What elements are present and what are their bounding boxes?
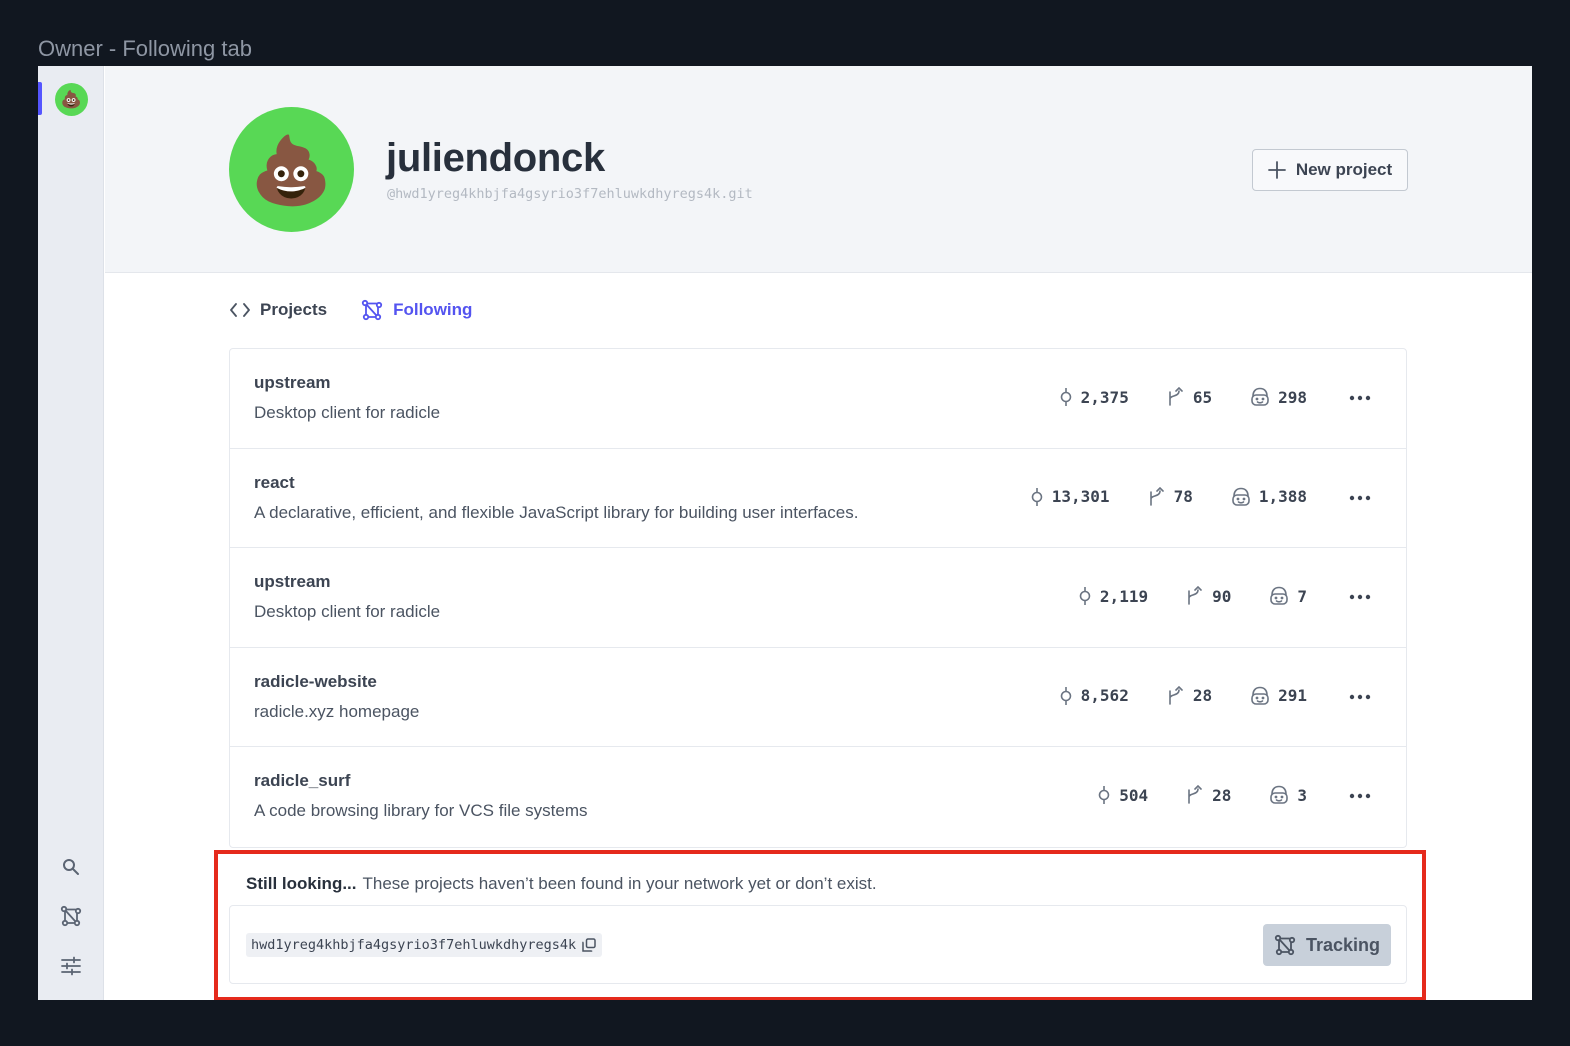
tab-bar: Projects Following — [230, 299, 506, 321]
profile-avatar: 💩 — [229, 107, 354, 232]
sidebar-avatar[interactable]: 💩 — [55, 83, 88, 116]
project-row[interactable]: radicle_surf A code browsing library for… — [230, 747, 1406, 847]
branch-count-value: 90 — [1212, 586, 1232, 606]
sidebar: 💩 — [38, 66, 104, 1000]
project-name: upstream — [254, 572, 331, 592]
commit-count: 2,375 — [1058, 387, 1129, 407]
branch-count: 28 — [1185, 785, 1231, 805]
branch-count-value: 78 — [1173, 487, 1193, 507]
contributors-icon — [1270, 586, 1289, 605]
contributor-count-value: 1,388 — [1258, 487, 1307, 507]
project-description: A declarative, efficient, and flexible J… — [254, 502, 859, 522]
more-options-icon[interactable] — [1347, 785, 1373, 807]
project-list: upstream Desktop client for radicle 2,37… — [229, 348, 1407, 848]
project-stats: 504 28 3 — [1059, 785, 1307, 805]
more-options-icon[interactable] — [1347, 487, 1373, 509]
commit-count: 504 — [1096, 785, 1148, 805]
more-options-icon[interactable] — [1347, 686, 1373, 708]
settings-icon[interactable] — [59, 954, 83, 978]
project-row[interactable]: radicle-website radicle.xyz homepage 8,5… — [230, 648, 1406, 748]
branch-count: 65 — [1166, 387, 1212, 407]
branch-count: 90 — [1185, 586, 1231, 606]
project-stats: 8,562 28 291 — [1021, 685, 1307, 706]
branch-icon — [1169, 387, 1183, 406]
commit-icon — [1060, 686, 1071, 705]
contributor-count: 1,388 — [1230, 487, 1307, 507]
tab-following[interactable]: Following — [361, 299, 472, 321]
commit-icon — [1031, 487, 1043, 506]
plus-icon — [1267, 161, 1286, 179]
app-window: 💩 💩 juliendonck @hwd1yreg4khbjfa4gsyrio3… — [38, 66, 1532, 1000]
profile-urn: @hwd1yreg4khbjfa4gsyrio3f7ehluwkdhyregs4… — [387, 186, 753, 202]
project-description: A code browsing library for VCS file sys… — [254, 801, 588, 821]
project-row[interactable]: upstream Desktop client for radicle 2,37… — [230, 349, 1406, 449]
project-row[interactable]: react A declarative, efficient, and flex… — [230, 449, 1406, 549]
contributor-count-value: 7 — [1297, 586, 1307, 606]
branch-count-value: 28 — [1192, 686, 1213, 706]
commit-icon — [1079, 587, 1091, 606]
contributor-count-value: 291 — [1278, 686, 1307, 706]
project-description: Desktop client for radicle — [254, 602, 441, 622]
branch-count-value: 28 — [1212, 785, 1232, 805]
commit-count-value: 2,119 — [1099, 586, 1149, 606]
project-description: radicle.xyz homepage — [254, 701, 420, 721]
branch-count-value: 65 — [1192, 387, 1213, 407]
contributor-count-value: 298 — [1278, 387, 1307, 407]
tab-following-label: Following — [393, 300, 473, 319]
contributors-icon — [1232, 487, 1250, 506]
commit-icon — [1098, 786, 1110, 805]
branch-count: 78 — [1147, 486, 1193, 507]
project-stats: 2,375 65 298 — [1021, 387, 1307, 407]
profile-header: 💩 juliendonck @hwd1yreg4khbjfa4gsyrio3f7… — [105, 66, 1532, 273]
project-name: react — [254, 472, 295, 492]
contributor-count: 298 — [1249, 387, 1307, 407]
code-icon — [230, 303, 250, 317]
frame-title: Owner - Following tab — [38, 36, 252, 61]
commit-count-value: 504 — [1119, 785, 1149, 805]
project-stats: 2,119 90 7 — [1040, 586, 1307, 606]
branch-count: 28 — [1166, 685, 1213, 706]
branch-icon — [1188, 785, 1202, 805]
branch-icon — [1149, 486, 1164, 506]
project-row[interactable]: upstream Desktop client for radicle 2,11… — [230, 548, 1406, 648]
search-icon[interactable] — [59, 855, 83, 879]
contributor-count: 3 — [1268, 785, 1307, 805]
new-project-label: New project — [1295, 160, 1393, 179]
tab-projects-label: Projects — [260, 300, 328, 319]
branch-icon — [1169, 685, 1183, 705]
more-options-icon[interactable] — [1347, 387, 1373, 409]
branch-icon — [1188, 586, 1202, 605]
contributor-count: 291 — [1249, 686, 1307, 706]
tab-projects[interactable]: Projects — [230, 300, 327, 320]
project-name: radicle-website — [254, 671, 377, 691]
more-options-icon[interactable] — [1347, 586, 1373, 608]
commit-count: 8,562 — [1058, 686, 1129, 706]
contributors-icon — [1251, 686, 1269, 705]
commit-icon — [1060, 388, 1071, 406]
project-name: upstream — [254, 373, 331, 392]
commit-count: 13,301 — [1029, 487, 1110, 507]
commit-count-value: 2,375 — [1080, 387, 1129, 407]
contributors-icon — [1251, 387, 1269, 406]
network-icon — [361, 299, 383, 321]
new-project-button[interactable]: New project — [1252, 149, 1408, 191]
network-icon[interactable] — [59, 904, 83, 928]
project-description: Desktop client for radicle — [254, 403, 441, 422]
sidebar-active-indicator — [38, 82, 42, 115]
contributor-count: 7 — [1268, 586, 1307, 606]
commit-count-value: 8,562 — [1080, 686, 1129, 706]
contributors-icon — [1270, 786, 1289, 805]
project-stats: 13,301 78 1,388 — [992, 486, 1307, 507]
profile-name: juliendonck — [386, 136, 605, 180]
project-name: radicle_surf — [254, 771, 351, 791]
commit-count-value: 13,301 — [1051, 487, 1110, 507]
contributor-count-value: 3 — [1297, 785, 1307, 805]
highlight-annotation — [214, 850, 1426, 1000]
commit-count: 2,119 — [1077, 586, 1148, 606]
